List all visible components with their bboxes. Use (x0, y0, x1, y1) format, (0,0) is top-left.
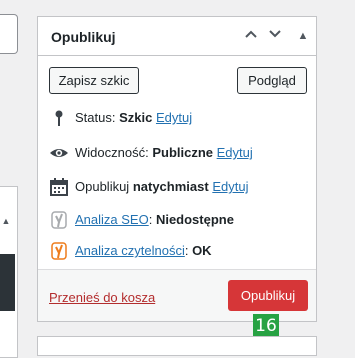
visibility-label: Widoczność: (75, 145, 149, 160)
yoast-icon (49, 210, 69, 229)
triangle-up-icon[interactable]: ▲ (294, 26, 312, 46)
chevron-up-icon[interactable] (242, 26, 260, 46)
schedule-edit-link[interactable]: Edytuj (212, 179, 248, 194)
save-draft-button[interactable]: Zapisz szkic (49, 67, 139, 94)
status-row: Status: Szkic Edytuj (49, 108, 192, 128)
visibility-edit-link[interactable]: Edytuj (217, 145, 253, 160)
calendar-icon (49, 177, 69, 196)
yoast-icon (49, 241, 69, 260)
seo-value: Niedostępne (155, 212, 234, 227)
publish-box-header: Opublikuj ▲ (38, 17, 316, 56)
left-input-edge[interactable] (0, 14, 18, 54)
left-dark-block (0, 254, 15, 311)
publish-box-title: Opublikuj (51, 29, 116, 45)
readability-row: Analiza czytelności: OK (49, 241, 212, 261)
trash-link[interactable]: Przenieś do kosza (49, 290, 155, 305)
eye-icon (49, 144, 69, 162)
pin-icon (49, 109, 69, 127)
badge-number: 16 (253, 314, 279, 338)
triangle-up-icon[interactable]: ▲ (0, 214, 13, 228)
visibility-row: Widoczność: Publiczne Edytuj (49, 143, 253, 163)
preview-button[interactable]: Podgląd (237, 67, 307, 94)
schedule-row: Opublikuj natychmiast Edytuj (49, 177, 248, 197)
status-edit-link[interactable]: Edytuj (156, 110, 192, 125)
status-value: Szkic (119, 110, 153, 125)
publish-button[interactable]: Opublikuj (228, 280, 308, 311)
visibility-value: Publiczne (152, 145, 214, 160)
next-postbox-edge (37, 336, 317, 356)
status-label: Status: (75, 110, 116, 125)
publish-box: Opublikuj ▲ Zapisz szkic Podgląd Status:… (37, 16, 317, 322)
readability-analysis-link[interactable]: Analiza czytelności (75, 243, 185, 258)
schedule-value: natychmiast (132, 179, 209, 194)
schedule-label: Opublikuj (75, 179, 130, 194)
chevron-down-icon[interactable] (266, 26, 284, 46)
readability-value: OK (192, 243, 212, 258)
seo-row: Analiza SEO: Niedostępne (49, 210, 234, 230)
seo-analysis-link[interactable]: Analiza SEO (75, 212, 149, 227)
